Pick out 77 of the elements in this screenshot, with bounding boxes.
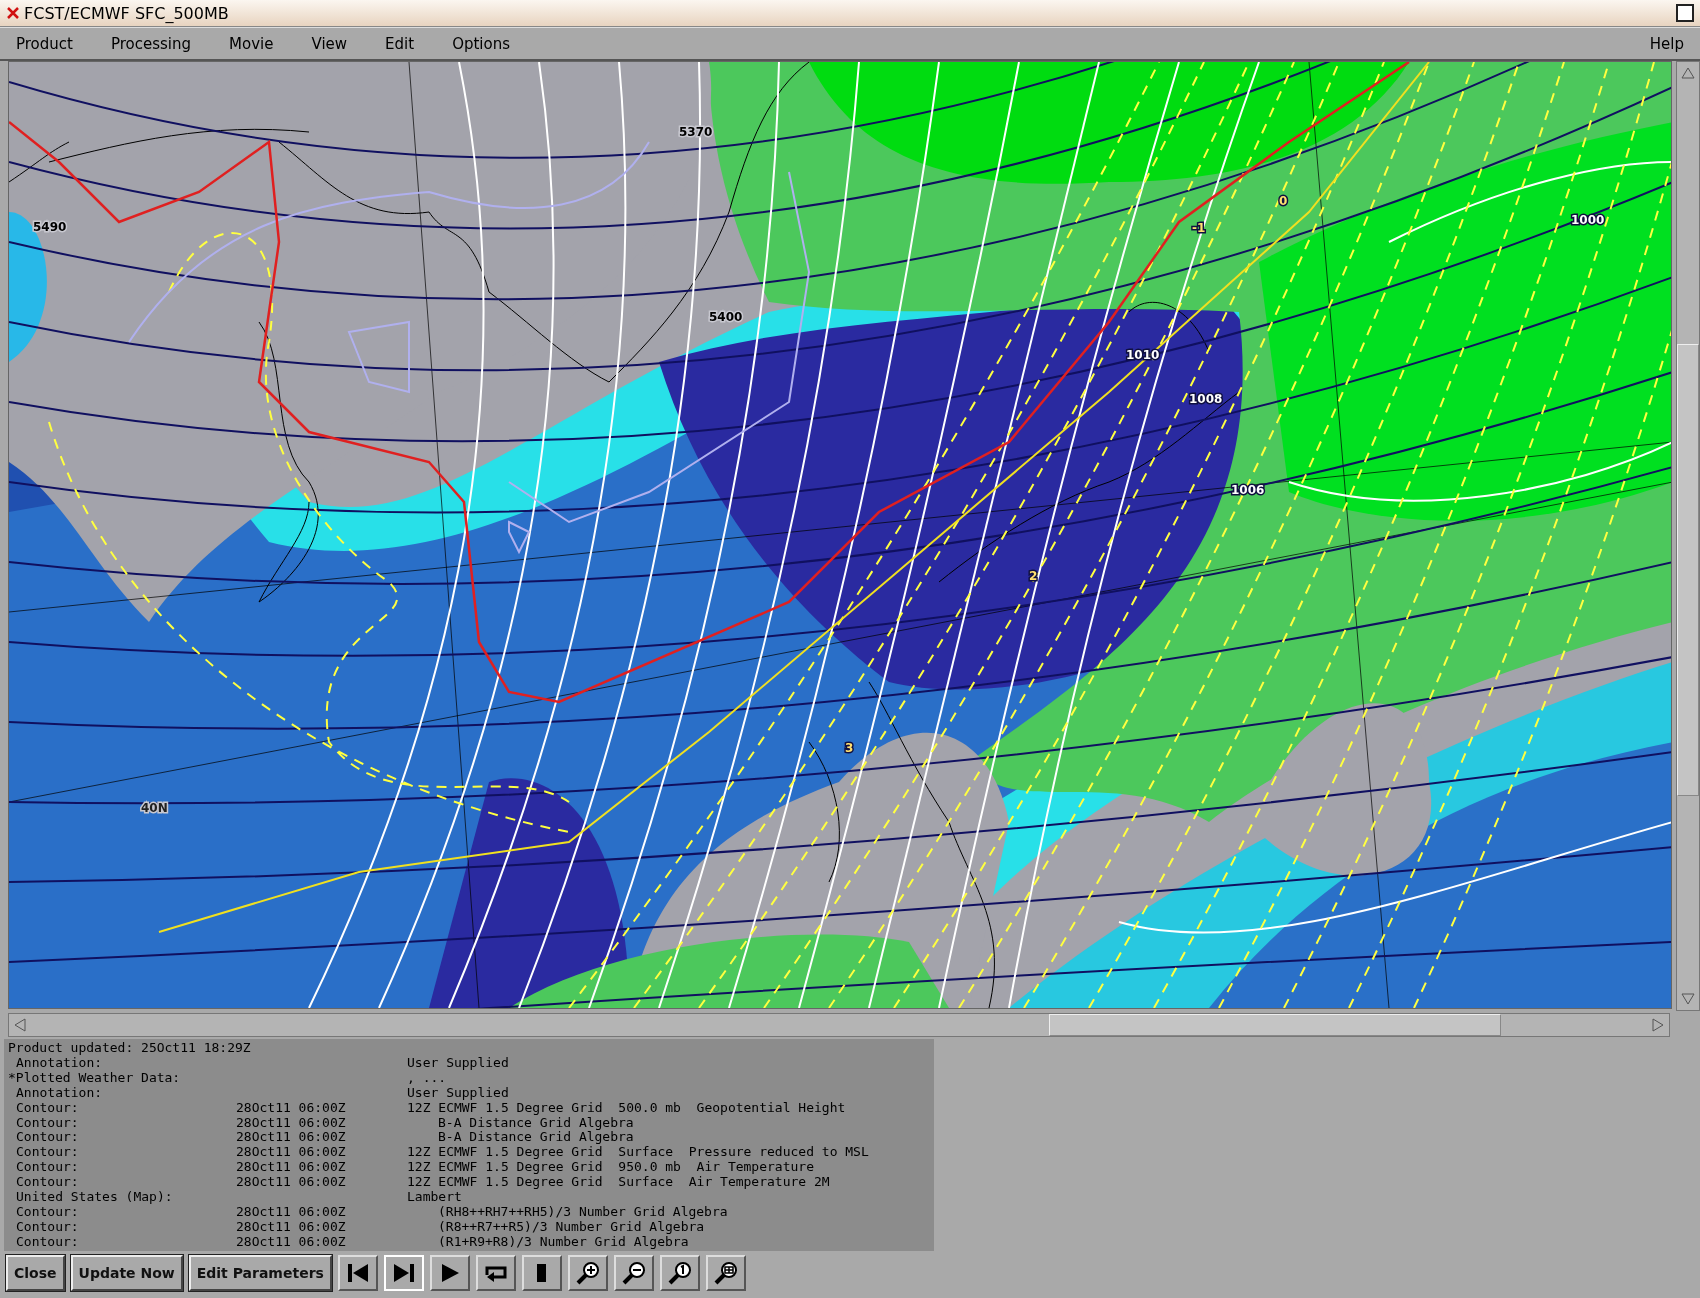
layer-label: Contour: bbox=[15, 1219, 80, 1235]
horizontal-scrollbar[interactable] bbox=[8, 1013, 1670, 1037]
down-arrow-icon[interactable] bbox=[1681, 993, 1695, 1005]
layer-time: 28Oct11 06:00Z bbox=[236, 1145, 347, 1161]
layer-time: 28Oct11 06:00Z bbox=[236, 1204, 347, 1220]
contour-label: 1000 bbox=[1571, 213, 1605, 227]
layer-description: User Supplied bbox=[407, 1085, 510, 1101]
layer-label: Annotation: bbox=[15, 1055, 103, 1071]
window-title: FCST/ECMWF SFC_500MB bbox=[24, 3, 230, 23]
menu-item[interactable]: Processing bbox=[104, 34, 198, 53]
animation-control[interactable] bbox=[521, 1255, 562, 1291]
layer-label: Contour: bbox=[15, 1115, 80, 1131]
layer-time: 28Oct11 06:00Z bbox=[236, 1130, 347, 1146]
layer-description: (R1+R9+R8)/3 Number Grid Algebra bbox=[437, 1234, 689, 1250]
layer-description: User Supplied bbox=[407, 1055, 510, 1071]
up-arrow-icon[interactable] bbox=[1681, 67, 1695, 79]
layer-label: Contour: bbox=[15, 1234, 80, 1250]
contour-label: 5400 bbox=[709, 310, 743, 324]
layer-description: B-A Distance Grid Algebra bbox=[437, 1130, 635, 1146]
animation-control[interactable] bbox=[429, 1255, 470, 1291]
zoom-reset-icon bbox=[666, 1261, 693, 1285]
right-arrow-icon[interactable] bbox=[1652, 1018, 1664, 1032]
layer-label: Contour: bbox=[15, 1204, 80, 1220]
zoom-out-icon bbox=[620, 1261, 647, 1285]
maximize-button[interactable] bbox=[1676, 4, 1694, 22]
vertical-scrollbar[interactable] bbox=[1676, 61, 1700, 1011]
help-menu[interactable]: Help bbox=[1643, 34, 1690, 53]
layer-time: 28Oct11 06:00Z bbox=[236, 1160, 347, 1176]
layer-label: *Plotted Weather Data: bbox=[8, 1070, 182, 1086]
contour-label: 5490 bbox=[33, 220, 67, 234]
layer-time: 28Oct11 06:00Z bbox=[236, 1115, 347, 1131]
contour-label: 1008 bbox=[1189, 392, 1223, 406]
contour-label: 0 bbox=[1279, 194, 1288, 208]
left-arrow-icon[interactable] bbox=[14, 1018, 26, 1032]
animation-control[interactable] bbox=[567, 1255, 608, 1291]
scrollbar-thumb[interactable] bbox=[1049, 1014, 1501, 1036]
animation-control[interactable] bbox=[337, 1255, 378, 1291]
layer-description: 12Z ECMWF 1.5 Degree Grid 950.0 mb Air Temperature bbox=[407, 1160, 815, 1176]
layer-description: (RH8++RH7++RH5)/3 Number Grid Algebra bbox=[437, 1204, 729, 1220]
zoom-in-icon bbox=[574, 1261, 601, 1285]
animation-control[interactable] bbox=[659, 1255, 700, 1291]
close-x-icon[interactable] bbox=[6, 6, 20, 20]
menu-item[interactable]: Movie bbox=[223, 34, 280, 53]
layer-label: Contour: bbox=[15, 1130, 80, 1146]
contour-label: 5370 bbox=[679, 125, 713, 139]
menu-item[interactable]: View bbox=[305, 34, 354, 53]
layer-time: 28Oct11 06:00Z bbox=[236, 1219, 347, 1235]
layer-description: (R8++R7++R5)/3 Number Grid Algebra bbox=[437, 1219, 705, 1235]
animation-control[interactable] bbox=[613, 1255, 654, 1291]
layer-label: Contour: bbox=[15, 1160, 80, 1176]
layer-time: 28Oct11 06:00Z bbox=[236, 1234, 347, 1250]
contour-label: 40N bbox=[141, 801, 168, 815]
layer-label: Contour: bbox=[15, 1175, 80, 1191]
toolbar-button[interactable]: Close bbox=[6, 1255, 65, 1291]
layer-label: Contour: bbox=[15, 1100, 80, 1116]
layer-label: United States (Map): bbox=[15, 1190, 174, 1205]
menu-item[interactable]: Options bbox=[446, 34, 517, 53]
layer-description: Lambert bbox=[407, 1190, 463, 1205]
menu-item[interactable]: Edit bbox=[379, 34, 421, 53]
layer-label: Contour: bbox=[15, 1145, 80, 1161]
update-text: Product updated: 25Oct11 18:29Z bbox=[8, 1040, 251, 1055]
menu-item[interactable]: Product bbox=[10, 34, 79, 53]
layer-description: 12Z ECMWF 1.5 Degree Grid 500.0 mb Geopotential Height bbox=[407, 1100, 847, 1116]
animation-control[interactable] bbox=[705, 1255, 746, 1291]
layer-description: 12Z ECMWF 1.5 Degree Grid Surface Pressure reduced to MSL bbox=[407, 1145, 870, 1161]
toolbar-button[interactable]: Update Now bbox=[70, 1255, 183, 1291]
animation-control[interactable] bbox=[475, 1255, 516, 1291]
layer-description: 12Z ECMWF 1.5 Degree Grid Surface Air Temperature 2M bbox=[407, 1175, 831, 1191]
toolbar-button[interactable]: Edit Parameters bbox=[188, 1255, 332, 1291]
zoom-fit-icon bbox=[712, 1261, 739, 1285]
layer-time: 28Oct11 06:00Z bbox=[236, 1175, 347, 1191]
layer-time: 28Oct11 06:00Z bbox=[236, 1100, 347, 1116]
layer-label: Annotation: bbox=[15, 1085, 104, 1101]
contour-label: 3 bbox=[845, 741, 854, 755]
layer-description: , ... bbox=[407, 1070, 447, 1086]
layer-description: B-A Distance Grid Algebra bbox=[437, 1115, 635, 1131]
scrollbar-thumb[interactable] bbox=[1677, 344, 1699, 796]
